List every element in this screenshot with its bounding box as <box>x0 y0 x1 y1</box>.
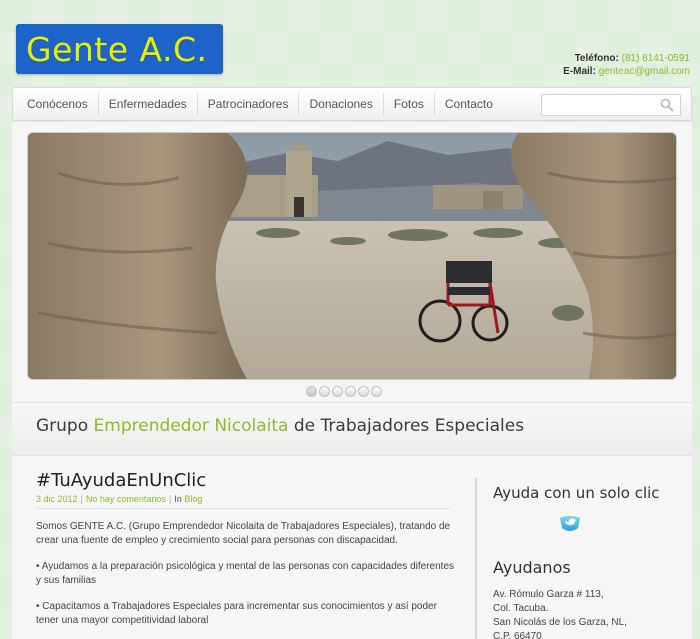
nav-item-donaciones[interactable]: Donaciones <box>299 93 384 115</box>
slider-pagination <box>306 386 382 397</box>
meta-separator: | <box>80 494 83 504</box>
sidebar-heading-help: Ayuda con un solo clic <box>493 484 660 502</box>
tagline-post: de Trabajadores Especiales <box>288 416 525 436</box>
post-meta: 3 dic 2012 | No hay comentarios | In Blog <box>36 494 202 504</box>
logo-text: Gente A.C. <box>26 29 208 69</box>
search-box <box>541 94 681 117</box>
slider-dot[interactable] <box>306 386 317 397</box>
address-line: C.P. 66470 <box>493 631 542 639</box>
nav-item-fotos[interactable]: Fotos <box>384 93 435 115</box>
post-date[interactable]: 3 dic 2012 <box>36 494 78 504</box>
twitter-icon[interactable] <box>558 513 582 535</box>
main-navbar: Conócenos Enfermedades Patrocinadores Do… <box>12 87 692 121</box>
hero-image <box>28 133 676 379</box>
tagline-band: Grupo Emprendedor Nicolaita de Trabajado… <box>12 402 692 456</box>
post-divider <box>36 508 450 509</box>
magnifier-icon[interactable] <box>660 98 674 112</box>
address-line: San Nicolás de los Garza, NL, <box>493 617 627 628</box>
slider-dot[interactable] <box>332 386 343 397</box>
post-category-link[interactable]: Blog <box>184 494 202 504</box>
slider-dot[interactable] <box>319 386 330 397</box>
tagline-pre: Grupo <box>36 416 94 436</box>
column-divider <box>475 478 477 639</box>
slider-dot[interactable] <box>358 386 369 397</box>
slider-dot[interactable] <box>345 386 356 397</box>
contact-info: Teléfono: (81) 8141-0591 E-Mail: genteac… <box>563 52 690 78</box>
search-input[interactable] <box>542 97 654 117</box>
meta-separator: | <box>168 494 172 504</box>
post-in-label: In <box>174 494 182 504</box>
phone-value: (81) 8141-0591 <box>621 53 690 64</box>
tagline-highlight: Emprendedor Nicolaita <box>93 416 289 436</box>
post-paragraph: • Ayudamos a la preparación psicológica … <box>36 561 455 586</box>
email-link[interactable]: genteac@gmail.com <box>599 66 690 77</box>
content-page: Grupo Emprendedor Nicolaita de Trabajado… <box>12 122 692 639</box>
nav-item-enfermedades[interactable]: Enfermedades <box>99 93 198 115</box>
phone-label: Teléfono: <box>574 53 619 64</box>
post-paragraph: • Capacitamos a Trabajadores Especiales … <box>36 601 437 626</box>
sidebar-heading-ayudanos: Ayudanos <box>493 558 571 577</box>
slider-dot[interactable] <box>371 386 382 397</box>
address-line: Av. Rómulo Garza # 113, <box>493 589 604 600</box>
address-block: Av. Rómulo Garza # 113, Col. Tacuba. San… <box>493 588 627 639</box>
nav-item-conocenos[interactable]: Conócenos <box>13 93 99 115</box>
post-paragraph: Somos GENTE A.C. (Grupo Emprendedor Nico… <box>36 521 451 546</box>
nav-item-contacto[interactable]: Contacto <box>435 93 503 115</box>
post-body: Somos GENTE A.C. (Grupo Emprendedor Nico… <box>36 520 456 639</box>
email-label: E-Mail: <box>563 66 596 77</box>
site-logo[interactable]: Gente A.C. <box>16 24 223 74</box>
post-comments-link[interactable]: No hay comentarios <box>86 494 166 504</box>
address-line: Col. Tacuba. <box>493 603 549 614</box>
post-title[interactable]: #TuAyudaEnUnClic <box>36 470 206 491</box>
site-tagline: Grupo Emprendedor Nicolaita de Trabajado… <box>36 416 524 436</box>
nav-item-patrocinadores[interactable]: Patrocinadores <box>198 93 300 115</box>
hero-slider[interactable] <box>27 132 677 380</box>
